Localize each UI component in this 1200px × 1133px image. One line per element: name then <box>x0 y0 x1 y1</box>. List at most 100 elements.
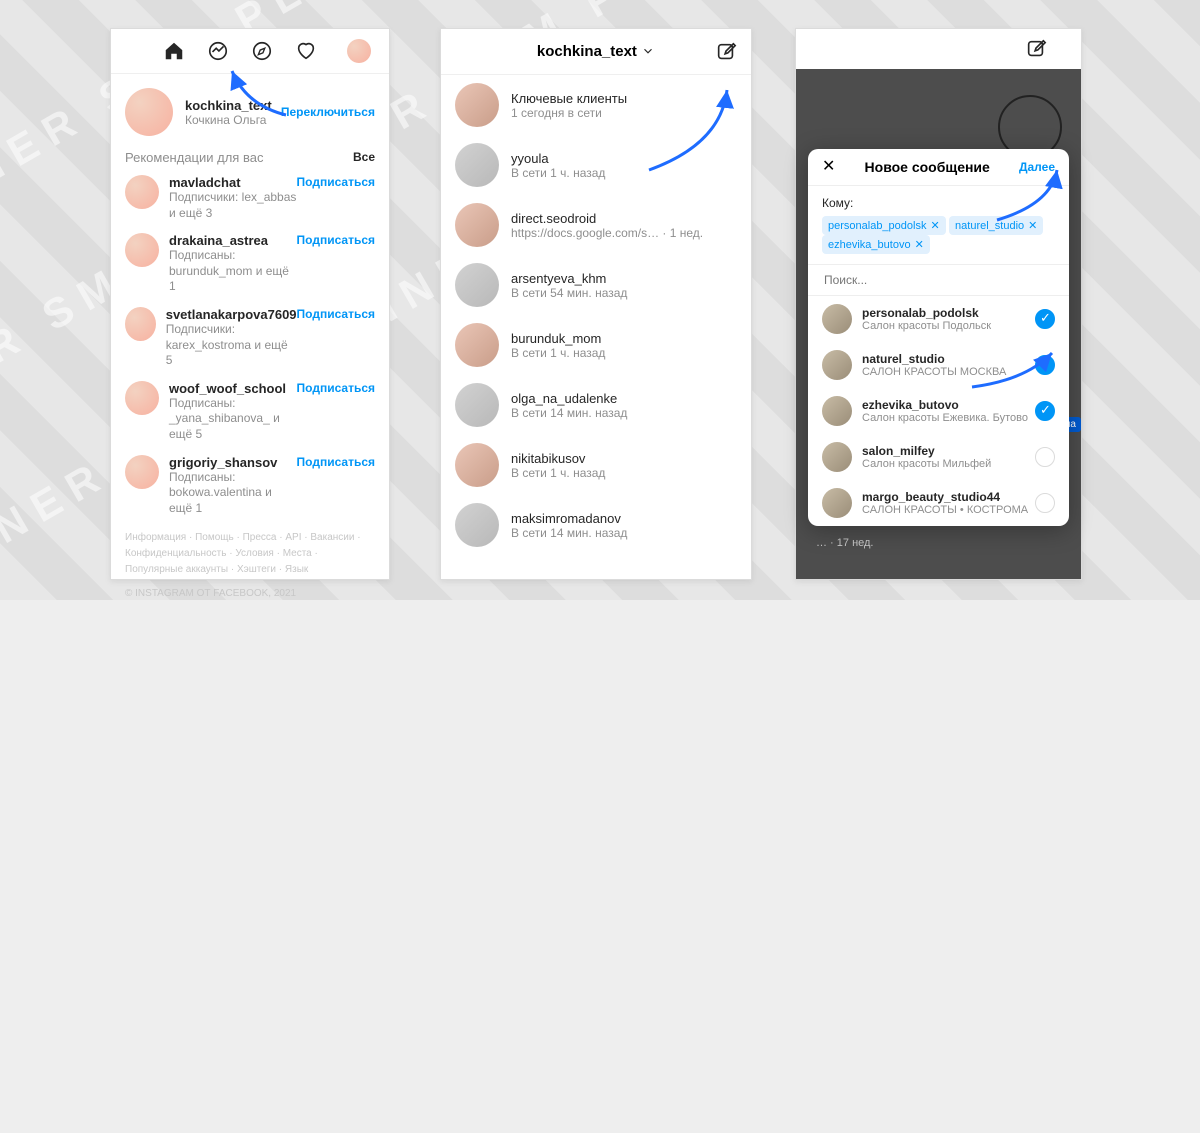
option-username: salon_milfey <box>862 444 1035 458</box>
recipient-option[interactable]: salon_milfey Салон красоты Мильфей <box>808 434 1069 480</box>
new-message-screen: ощен ощен Ощена 11 нед. … · 17 нед. ✕ Но… <box>795 28 1082 580</box>
chat-row[interactable]: maksimromadanov В сети 14 мин. назад <box>441 495 751 555</box>
next-button[interactable]: Далее <box>1019 160 1055 174</box>
see-all-link[interactable]: Все <box>353 150 375 165</box>
avatar <box>455 203 499 247</box>
recipient-chip[interactable]: ezhevika_butovo✕ <box>822 235 930 254</box>
option-check-icon[interactable] <box>1035 493 1055 513</box>
avatar <box>822 442 852 472</box>
chip-remove-icon[interactable]: ✕ <box>915 238 924 251</box>
avatar <box>455 503 499 547</box>
compose-icon[interactable] <box>1025 38 1047 60</box>
account-username[interactable]: kochkina_text <box>185 98 281 113</box>
follow-button[interactable]: Подписаться <box>297 381 375 395</box>
avatar[interactable] <box>125 307 156 341</box>
suggestion-username[interactable]: mavladchat <box>169 175 297 190</box>
dimmed-topbar <box>796 29 1081 69</box>
inbox-account-selector[interactable]: kochkina_text <box>537 43 655 60</box>
chat-row[interactable]: yyoula В сети 1 ч. назад <box>441 135 751 195</box>
option-check-icon[interactable] <box>1035 309 1055 329</box>
close-icon[interactable]: ✕ <box>822 159 835 175</box>
suggestion-meta: Подписчики: karex_kostroma и ещё 5 <box>166 322 297 369</box>
chat-meta: В сети 54 мин. назад <box>511 286 627 300</box>
chat-row[interactable]: arsentyeva_khm В сети 54 мин. назад <box>441 255 751 315</box>
option-username: personalab_podolsk <box>862 306 1035 320</box>
avatar[interactable] <box>125 455 159 489</box>
chat-username: Ключевые клиенты <box>511 91 627 106</box>
suggestion-username[interactable]: woof_woof_school <box>169 381 297 396</box>
avatar <box>822 396 852 426</box>
recipient-option[interactable]: naturel_studio САЛОН КРАСОТЫ МОСКВА <box>808 342 1069 388</box>
chat-username: burunduk_mom <box>511 331 605 346</box>
home-icon[interactable] <box>163 40 185 62</box>
suggestion-username[interactable]: svetlanakarpova7609 <box>166 307 297 322</box>
follow-button[interactable]: Подписаться <box>297 233 375 247</box>
option-check-icon[interactable] <box>1035 447 1055 467</box>
avatar <box>455 263 499 307</box>
option-check-icon[interactable] <box>1035 355 1055 375</box>
inbox-header: kochkina_text <box>441 29 751 75</box>
option-meta: САЛОН КРАСОТЫ • КОСТРОМА <box>862 504 1035 516</box>
chat-row[interactable]: direct.seodroid https://docs.google.com/… <box>441 195 751 255</box>
suggestion-row: woof_woof_school Подписаны: _yana_shiban… <box>111 375 389 449</box>
recipient-chip[interactable]: personalab_podolsk✕ <box>822 216 946 235</box>
avatar <box>455 323 499 367</box>
chat-username: direct.seodroid <box>511 211 703 226</box>
suggestion-username[interactable]: grigoriy_shansov <box>169 455 297 470</box>
option-meta: САЛОН КРАСОТЫ МОСКВА <box>862 366 1035 378</box>
option-username: ezhevika_butovo <box>862 398 1035 412</box>
suggestion-username[interactable]: drakaina_astrea <box>169 233 297 248</box>
messenger-icon[interactable] <box>207 40 229 62</box>
chat-meta: В сети 1 ч. назад <box>511 466 605 480</box>
option-meta: Салон красоты Подольск <box>862 320 1035 332</box>
option-meta: Салон красоты Мильфей <box>862 458 1035 470</box>
chat-meta: В сети 14 мин. назад <box>511 406 627 420</box>
avatar <box>822 304 852 334</box>
suggestion-meta: Подписаны: bokowa.valentina и ещё 1 <box>169 470 297 517</box>
avatar[interactable] <box>125 175 159 209</box>
chat-username: maksimromadanov <box>511 511 627 526</box>
heart-icon[interactable] <box>295 40 317 62</box>
recipient-option[interactable]: ezhevika_butovo Салон красоты Ежевика. Б… <box>808 388 1069 434</box>
top-nav <box>111 29 389 74</box>
suggestions-title: Рекомендации для вас <box>125 150 263 165</box>
suggestion-row: grigoriy_shansov Подписаны: bokowa.valen… <box>111 449 389 523</box>
recipient-option[interactable]: personalab_podolsk Салон красоты Подольс… <box>808 296 1069 342</box>
avatar[interactable] <box>125 233 159 267</box>
recipient-search-input[interactable] <box>822 272 1059 288</box>
footer-copyright: © INSTAGRAM ОТ FACEBOOK, 2021 <box>111 586 389 610</box>
chat-meta: 1 сегодня в сети <box>511 106 627 120</box>
explore-icon[interactable] <box>251 40 273 62</box>
chat-row[interactable]: olga_na_udalenke В сети 14 мин. назад <box>441 375 751 435</box>
option-check-icon[interactable] <box>1035 401 1055 421</box>
follow-button[interactable]: Подписаться <box>297 175 375 189</box>
chip-remove-icon[interactable]: ✕ <box>1028 219 1037 232</box>
chat-meta: https://docs.google.com/s… · 1 нед. <box>511 226 703 240</box>
suggestion-row: drakaina_astrea Подписаны: burunduk_mom … <box>111 227 389 301</box>
avatar <box>455 83 499 127</box>
avatar[interactable] <box>125 88 173 136</box>
follow-button[interactable]: Подписаться <box>297 307 375 321</box>
avatar <box>455 143 499 187</box>
chip-remove-icon[interactable]: ✕ <box>930 219 939 232</box>
chat-meta: В сети 1 ч. назад <box>511 166 605 180</box>
avatar[interactable] <box>125 381 159 415</box>
recipient-chip[interactable]: naturel_studio✕ <box>949 216 1043 235</box>
new-message-modal: ✕ Новое сообщение Далее Кому: personalab… <box>808 149 1069 526</box>
option-username: margo_beauty_studio44 <box>862 490 1035 504</box>
chat-row[interactable]: Ключевые клиенты 1 сегодня в сети <box>441 75 751 135</box>
recipient-option[interactable]: margo_beauty_studio44 САЛОН КРАСОТЫ • КО… <box>808 480 1069 526</box>
direct-inbox-panel: kochkina_text Ключевые клиенты 1 сегодня… <box>440 28 752 580</box>
compose-icon[interactable] <box>715 41 737 63</box>
avatar <box>455 443 499 487</box>
chat-row[interactable]: burunduk_mom В сети 1 ч. назад <box>441 315 751 375</box>
suggestion-meta: Подписчики: lex_abbas и ещё 3 <box>169 190 297 221</box>
to-label: Кому: <box>822 196 853 210</box>
chat-row[interactable]: nikitabikusov В сети 1 ч. назад <box>441 435 751 495</box>
follow-button[interactable]: Подписаться <box>297 455 375 469</box>
footer-links[interactable]: Информация · Помощь · Пресса · API · Вак… <box>111 522 389 586</box>
chat-username: olga_na_udalenke <box>511 391 627 406</box>
switch-account-link[interactable]: Переключиться <box>281 105 375 119</box>
suggestion-meta: Подписаны: burunduk_mom и ещё 1 <box>169 248 297 295</box>
nav-profile-avatar[interactable] <box>347 39 371 63</box>
